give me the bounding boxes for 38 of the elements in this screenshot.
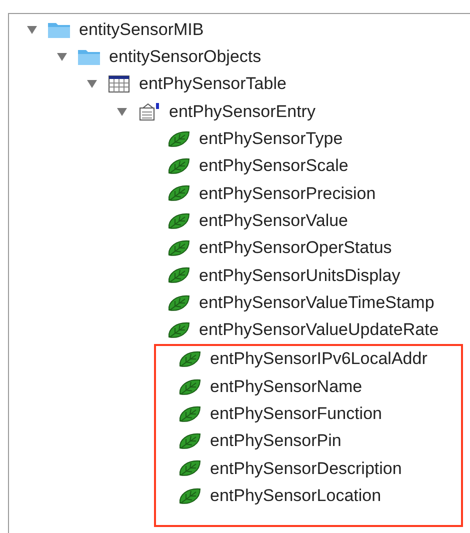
tree-item-label[interactable]: entPhySensorUnitsDisplay xyxy=(199,262,400,288)
leaf-icon xyxy=(167,238,191,258)
tree-item-label[interactable]: entPhySensorDescription xyxy=(210,456,402,482)
tree-item-label[interactable]: entPhySensorFunction xyxy=(210,401,382,427)
leaf-icon xyxy=(167,292,191,313)
tree-item-label[interactable]: entPhySensorValueUpdateRate xyxy=(199,317,439,343)
table-icon xyxy=(107,74,131,94)
leaf-icon xyxy=(178,486,202,506)
tree-item-label[interactable]: entitySensorMIB xyxy=(79,16,204,42)
tree-item-label[interactable]: entPhySensorOperStatus xyxy=(199,235,392,261)
tree-item-label[interactable]: entPhySensorType xyxy=(199,126,343,152)
tree-item-label[interactable]: entPhySensorIPv6LocalAddr xyxy=(210,346,428,372)
tree-item-label[interactable]: entPhySensorPrecision xyxy=(199,180,376,206)
tree-item-label[interactable]: entPhySensorEntry xyxy=(169,98,316,124)
leaf-icon xyxy=(178,404,202,424)
tree-item-label[interactable]: entPhySensorName xyxy=(210,374,362,400)
entry-icon xyxy=(137,102,161,122)
tree-item-label[interactable]: entPhySensorValueTimeStamp xyxy=(199,290,434,316)
leaf-icon xyxy=(167,320,191,340)
leaf-icon xyxy=(167,265,191,286)
collapse-triangle-icon[interactable] xyxy=(26,24,38,36)
leaf-icon xyxy=(167,156,191,176)
leaf-icon xyxy=(167,128,191,149)
collapse-triangle-icon[interactable] xyxy=(86,78,98,90)
leaf-icon xyxy=(167,210,191,231)
tree-item-label[interactable]: entPhySensorScale xyxy=(199,153,348,179)
tree-item-label[interactable]: entPhySensorPin xyxy=(210,428,342,454)
tree-item-label[interactable]: entPhySensorTable xyxy=(139,71,286,97)
leaf-icon xyxy=(178,376,202,396)
tree-item-label[interactable]: entitySensorObjects xyxy=(109,44,262,70)
leaf-icon xyxy=(178,349,202,370)
leaf-icon xyxy=(178,458,202,478)
tree-item-label[interactable]: entPhySensorValue xyxy=(199,208,348,234)
collapse-triangle-icon[interactable] xyxy=(116,106,128,118)
leaf-icon xyxy=(178,431,202,452)
tree-item-label[interactable]: entPhySensorLocation xyxy=(210,482,382,508)
leaf-icon xyxy=(167,183,191,204)
collapse-triangle-icon[interactable] xyxy=(56,50,68,63)
